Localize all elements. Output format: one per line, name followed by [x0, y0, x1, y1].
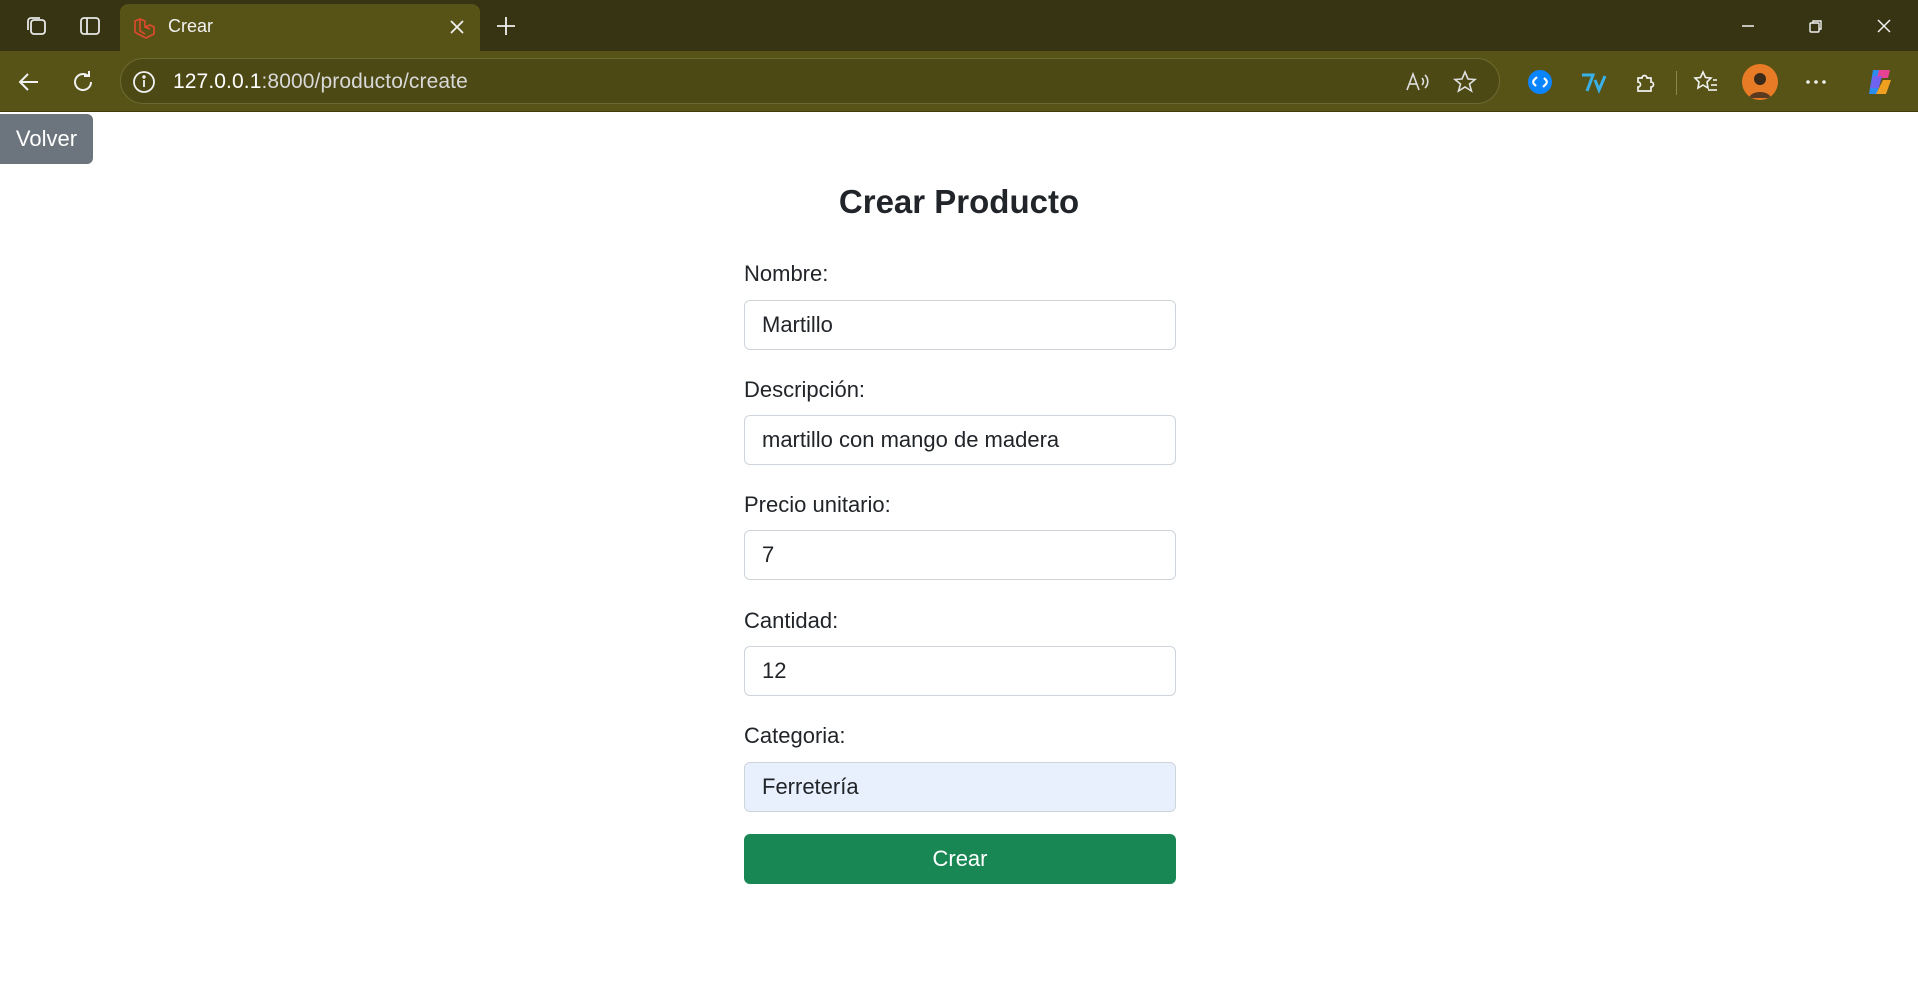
laravel-favicon-icon	[132, 16, 156, 40]
more-menu-icon[interactable]	[1798, 64, 1834, 100]
favorite-star-icon[interactable]	[1451, 68, 1479, 96]
field-label-precio: Precio unitario:	[744, 492, 891, 517]
field-label-categoria: Categoria:	[744, 723, 846, 748]
nombre-input[interactable]: Martillo	[744, 300, 1176, 350]
favorites-icon[interactable]	[1688, 64, 1724, 100]
browser-toolbar: 127.0.0.1:8000/producto/create	[0, 51, 1918, 112]
crear-button[interactable]: Crear	[744, 834, 1176, 884]
site-info-icon[interactable]	[131, 69, 157, 95]
tab-title: Crear	[168, 16, 214, 36]
close-window-icon[interactable]	[1850, 4, 1918, 48]
url-text: 127.0.0.1:8000/producto/create	[173, 70, 468, 94]
categoria-select[interactable]: Ferretería	[744, 762, 1176, 812]
profile-avatar[interactable]	[1742, 64, 1778, 100]
translate-extension-icon[interactable]	[1576, 64, 1612, 100]
address-bar[interactable]: 127.0.0.1:8000/producto/create	[120, 58, 1500, 104]
close-tab-icon[interactable]	[444, 14, 470, 40]
restore-icon[interactable]	[1782, 4, 1850, 48]
field-label-cantidad: Cantidad:	[744, 608, 839, 633]
copilot-icon[interactable]	[1862, 64, 1898, 100]
cantidad-input[interactable]: 12	[744, 646, 1176, 696]
field-label-nombre: Nombre:	[744, 261, 829, 286]
back-button[interactable]: Volver	[0, 114, 93, 164]
active-tab[interactable]: Crear	[120, 4, 480, 51]
minimize-icon[interactable]	[1714, 4, 1782, 48]
shazam-extension-icon[interactable]	[1522, 64, 1558, 100]
back-arrow-icon[interactable]	[12, 65, 46, 99]
workspaces-icon[interactable]	[20, 10, 52, 42]
field-label-descripcion: Descripción:	[744, 377, 866, 402]
descripcion-input[interactable]: martillo con mango de madera	[744, 415, 1176, 465]
url-host: 127.0.0.1	[173, 70, 262, 93]
browser-titlebar: Crear	[0, 0, 1918, 51]
toolbar-separator	[1676, 71, 1677, 95]
refresh-icon[interactable]	[66, 65, 100, 99]
url-path: :8000/producto/create	[261, 70, 468, 93]
new-tab-icon[interactable]	[490, 10, 522, 42]
precio-input[interactable]: 7	[744, 530, 1176, 580]
read-aloud-icon[interactable]	[1403, 68, 1431, 96]
tab-actions-icon[interactable]	[74, 10, 106, 42]
page-title: Crear Producto	[838, 183, 1080, 220]
extensions-puzzle-icon[interactable]	[1628, 64, 1664, 100]
